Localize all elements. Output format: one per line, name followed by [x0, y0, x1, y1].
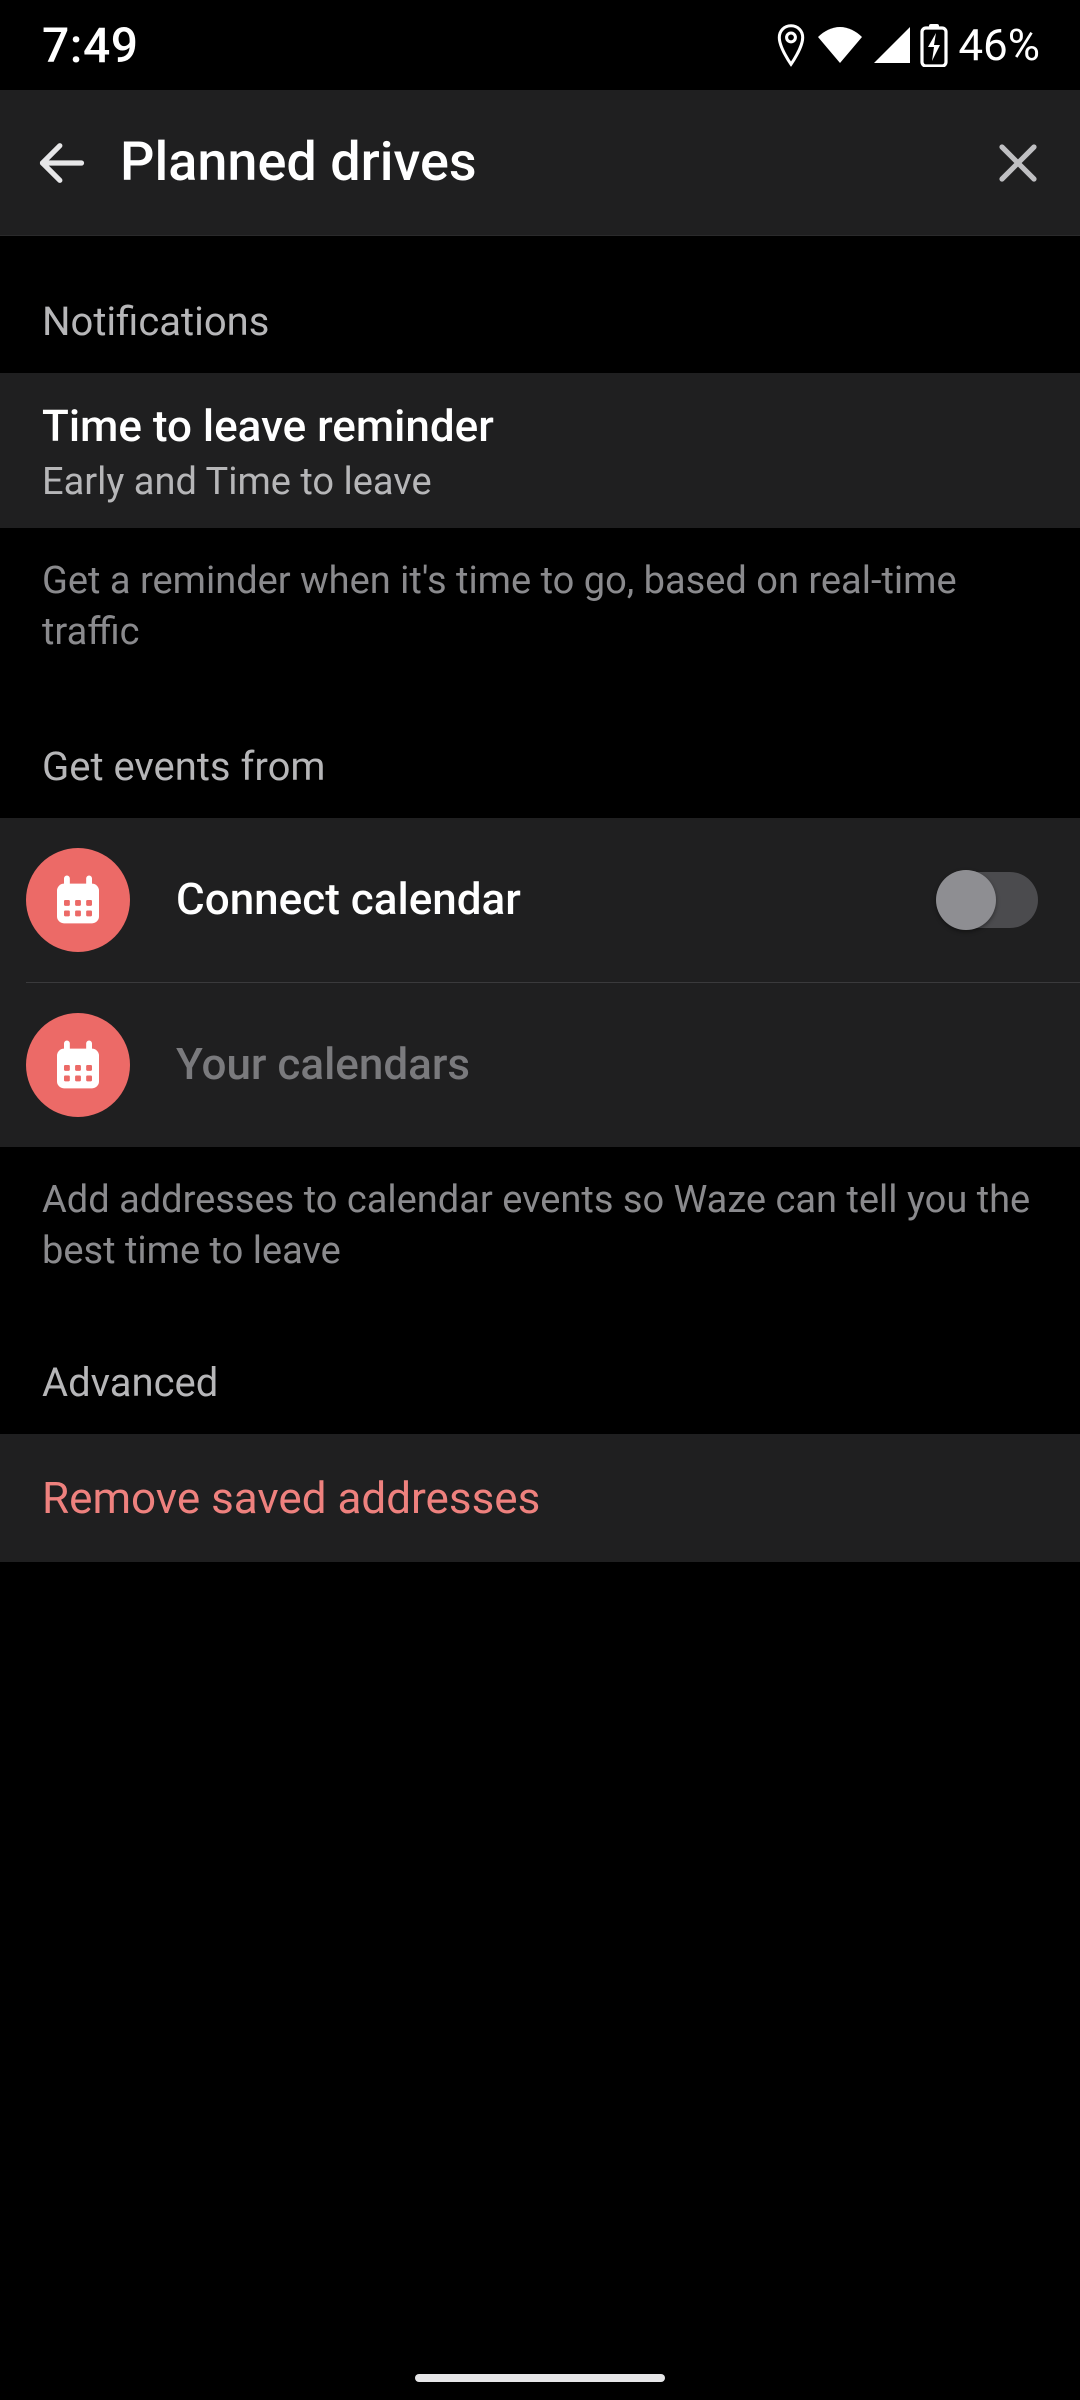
app-bar: Planned drives	[0, 90, 1080, 236]
remove-saved-addresses-row[interactable]: Remove saved addresses	[0, 1434, 1080, 1562]
page-title: Planned drives	[120, 131, 984, 194]
section-header-events: Get events from	[0, 669, 1080, 818]
home-indicator	[415, 2374, 665, 2382]
your-calendars-label: Your calendars	[176, 1037, 1038, 1092]
calendar-icon	[26, 848, 130, 952]
reminder-title: Time to leave reminder	[42, 399, 1038, 454]
status-icons: 46%	[774, 19, 1040, 71]
connect-calendar-toggle[interactable]	[938, 872, 1038, 928]
your-calendars-row[interactable]: Your calendars	[0, 983, 1080, 1147]
connect-calendar-label: Connect calendar	[176, 872, 892, 927]
toggle-knob	[936, 870, 996, 930]
section-header-advanced: Advanced	[0, 1287, 1080, 1434]
status-time: 7:49	[42, 17, 139, 74]
reminder-sub: Early and Time to leave	[42, 460, 1038, 504]
events-description: Add addresses to calendar events so Waze…	[0, 1147, 1080, 1288]
remove-saved-addresses-label: Remove saved addresses	[42, 1472, 1038, 1524]
back-button[interactable]	[28, 129, 96, 197]
status-bar: 7:49 46%	[0, 0, 1080, 90]
time-to-leave-reminder-row[interactable]: Time to leave reminder Early and Time to…	[0, 373, 1080, 528]
wifi-icon	[816, 25, 864, 65]
calendar-icon	[26, 1013, 130, 1117]
battery-percent: 46%	[958, 19, 1040, 71]
battery-charging-icon	[920, 23, 948, 67]
arrow-left-icon	[36, 137, 88, 189]
connect-calendar-row[interactable]: Connect calendar	[0, 818, 1080, 982]
notifications-description: Get a reminder when it's time to go, bas…	[0, 528, 1080, 669]
close-icon	[994, 139, 1042, 187]
cell-signal-icon	[872, 25, 912, 65]
close-button[interactable]	[984, 129, 1052, 197]
section-header-notifications: Notifications	[0, 236, 1080, 373]
location-icon	[774, 23, 808, 67]
